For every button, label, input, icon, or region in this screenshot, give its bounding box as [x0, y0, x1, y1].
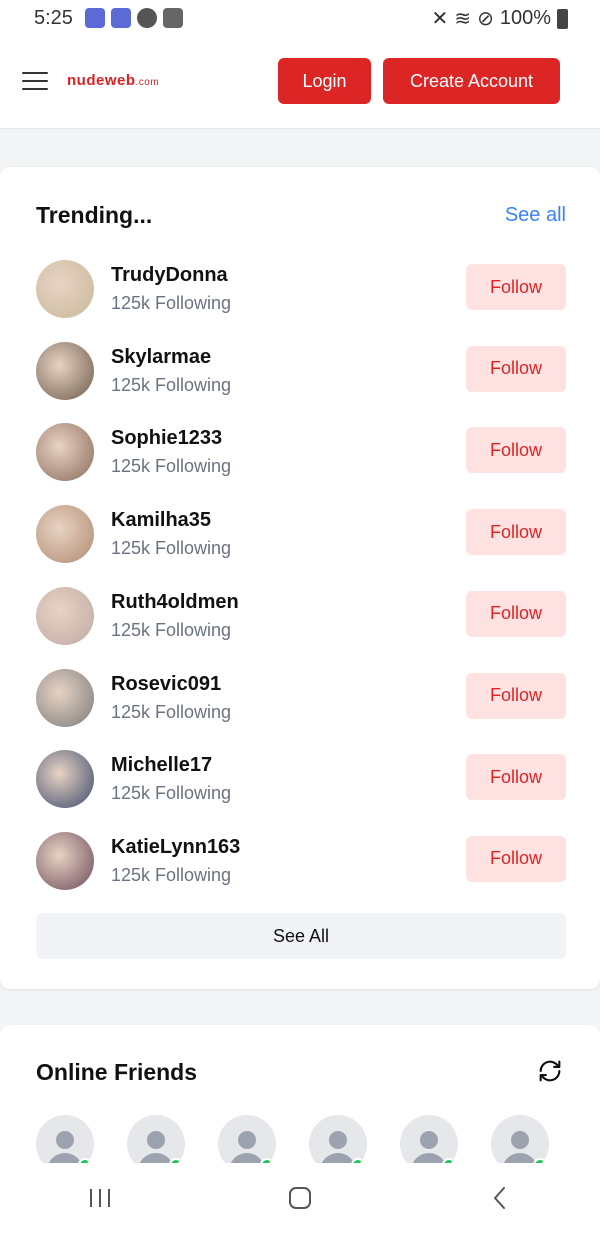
logo-suffix: .com [135, 77, 160, 88]
chat-icon [136, 8, 157, 28]
app-notification-icon [84, 8, 105, 28]
user-avatar[interactable] [36, 586, 94, 645]
app-notification-icon [110, 8, 131, 28]
follow-button[interactable]: Follow [466, 672, 566, 719]
recent-apps-icon[interactable] [70, 1178, 130, 1218]
follow-button[interactable]: Follow [466, 509, 566, 556]
site-logo[interactable]: nudeweb.com [67, 72, 159, 89]
trending-user-row: Kamilha35 125k Following Follow [36, 505, 566, 565]
following-count: 125k Following [111, 374, 232, 395]
create-account-button[interactable]: Create Account [383, 58, 560, 104]
user-avatar[interactable] [36, 831, 94, 890]
refresh-icon[interactable] [536, 1057, 564, 1085]
trending-card: Trending... See all TrudyDonna 125k Follo… [0, 167, 600, 989]
following-count: 125k Following [111, 783, 232, 804]
follow-button[interactable]: Follow [466, 754, 566, 801]
status-time: 5:25 [34, 6, 73, 29]
following-count: 125k Following [111, 619, 232, 640]
back-icon[interactable] [470, 1178, 530, 1218]
follow-button[interactable]: Follow [466, 590, 566, 637]
user-avatar[interactable] [36, 423, 94, 482]
login-button[interactable]: Login [278, 58, 371, 104]
trending-user-row: Skylarmae 125k Following Follow [36, 341, 566, 402]
trending-user-row: TrudyDonna 125k Following Follow [36, 260, 566, 320]
follow-button[interactable]: Follow [466, 345, 566, 392]
app-header: nudeweb.com Login Create Account [0, 36, 600, 129]
user-name[interactable]: KatieLynn163 [111, 836, 240, 859]
user-name[interactable]: Sophie1233 [111, 427, 222, 450]
see-all-button[interactable]: See All [36, 913, 566, 959]
user-avatar[interactable] [36, 668, 94, 727]
wifi-icon: ≋ [454, 8, 472, 30]
following-count: 125k Following [111, 701, 232, 722]
user-avatar[interactable] [36, 260, 94, 318]
user-avatar[interactable] [36, 341, 94, 400]
user-name[interactable]: Kamilha35 [111, 509, 211, 532]
battery-percent: 100% [499, 7, 551, 29]
system-status: ✕ ≋ ⊘ 100% [432, 6, 568, 31]
mute-icon: ✕ [431, 8, 449, 30]
follow-button[interactable]: Follow [466, 264, 566, 310]
trending-user-row: Rosevic091 125k Following Follow [36, 668, 566, 729]
user-avatar[interactable] [36, 505, 94, 564]
user-name[interactable]: TrudyDonna [111, 264, 228, 287]
trending-user-row: Michelle17 125k Following Follow [36, 750, 566, 810]
hamburger-icon[interactable] [22, 72, 48, 90]
blocked-icon: ⊘ [477, 8, 494, 30]
user-avatar[interactable] [36, 750, 94, 809]
notification-icons [84, 8, 183, 28]
following-count: 125k Following [111, 293, 232, 313]
follow-button[interactable]: Follow [466, 427, 566, 474]
online-friends-title: Online Friends [36, 1059, 198, 1085]
trending-user-row: KatieLynn163 125k Following Follow [36, 831, 566, 892]
user-name[interactable]: Michelle17 [111, 754, 212, 777]
trending-user-row: Ruth4oldmen 125k Following Follow [36, 586, 566, 647]
see-all-link[interactable]: See all [505, 204, 566, 227]
following-count: 125k Following [111, 456, 232, 477]
following-count: 125k Following [111, 864, 232, 885]
trending-title: Trending... [36, 202, 153, 228]
image-icon [162, 8, 183, 28]
home-icon[interactable] [270, 1178, 330, 1218]
trending-user-row: Sophie1233 125k Following Follow [36, 423, 566, 483]
user-name[interactable]: Ruth4oldmen [111, 591, 239, 614]
status-bar: 5:25 ✕ ≋ ⊘ 100% [0, 0, 600, 36]
following-count: 125k Following [111, 538, 232, 559]
battery-icon [557, 8, 568, 29]
follow-button[interactable]: Follow [466, 835, 566, 882]
user-name[interactable]: Rosevic091 [111, 673, 221, 696]
system-navigation-bar [0, 1163, 600, 1233]
user-name[interactable]: Skylarmae [111, 346, 211, 369]
logo-text: nudeweb [67, 72, 136, 89]
